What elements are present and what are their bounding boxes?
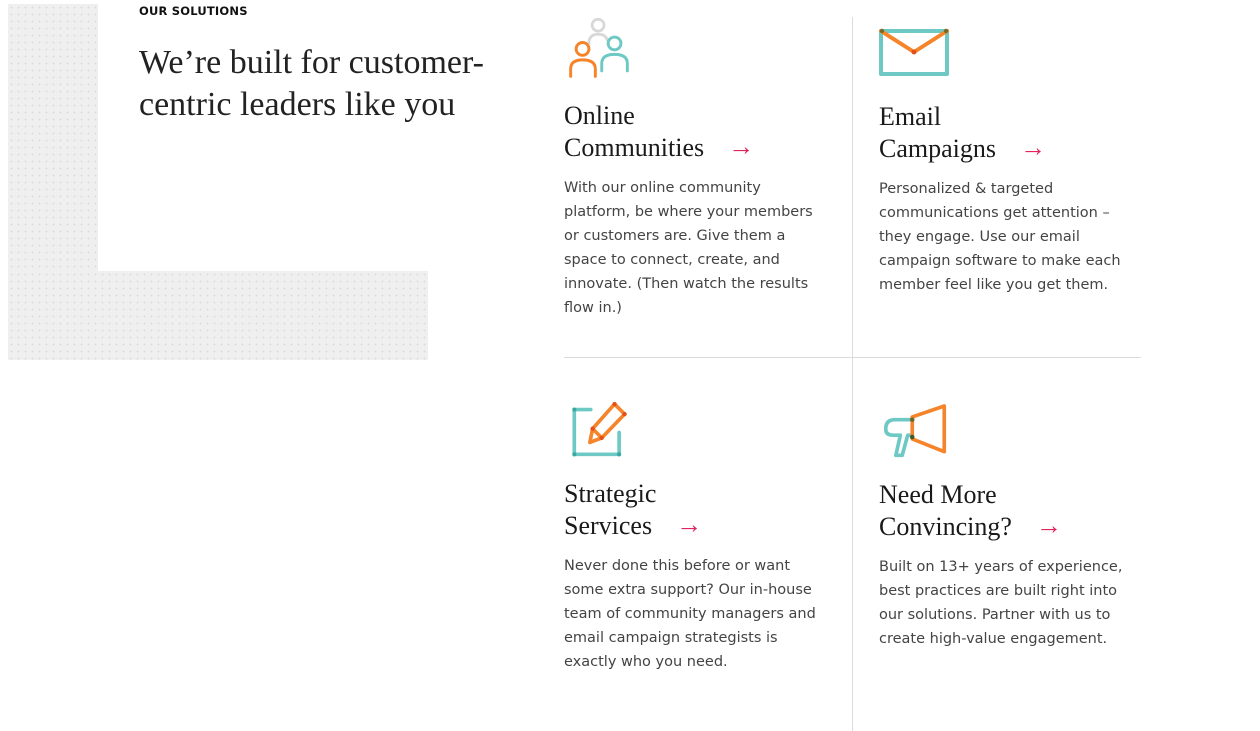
card-title-line1: Need More xyxy=(879,480,997,509)
edit-pencil-icon xyxy=(572,401,627,457)
arrow-right-icon[interactable]: → xyxy=(1020,132,1046,164)
people-icon xyxy=(569,17,629,78)
arrow-right-icon[interactable]: → xyxy=(728,131,754,163)
decorative-background-horizontal xyxy=(8,271,428,360)
grid-divider-vertical xyxy=(852,17,853,731)
card-title-line2: Convincing? xyxy=(879,512,1012,541)
card-title-line1: Strategic xyxy=(564,479,657,508)
arrow-right-icon[interactable]: → xyxy=(1036,510,1062,542)
card-description: Built on 13+ years of experience, best p… xyxy=(879,559,1123,647)
solution-card-need-more-convincing: Need More Convincing? → Built on 13+ year… xyxy=(879,395,1144,651)
card-description: Never done this before or want some extr… xyxy=(564,558,816,670)
card-title-link[interactable]: Online Communities → xyxy=(564,100,829,164)
card-title-line1: Email xyxy=(879,102,942,131)
solution-card-email-campaigns: Email Campaigns → Personalized & targeted… xyxy=(879,17,1144,297)
megaphone-icon xyxy=(883,404,947,458)
solution-card-strategic-services: Strategic Services → Never done this befo… xyxy=(564,394,829,674)
solution-card-online-communities: Online Communities → With our online comm… xyxy=(564,16,829,320)
section-headline: We’re built for customer-centric leaders… xyxy=(139,44,484,123)
card-title-line2: Campaigns xyxy=(879,134,996,163)
card-title-line1: Online xyxy=(564,101,635,130)
card-title-link[interactable]: Strategic Services → xyxy=(564,478,829,542)
arrow-right-icon[interactable]: → xyxy=(676,509,702,541)
card-description: With our online community platform, be w… xyxy=(564,180,813,316)
grid-divider-horizontal xyxy=(564,357,1141,358)
envelope-icon xyxy=(879,28,949,76)
card-title-link[interactable]: Email Campaigns → xyxy=(879,101,1144,165)
section-eyebrow: OUR SOLUTIONS xyxy=(139,4,248,18)
card-title-line2: Communities xyxy=(564,133,705,162)
card-title-line2: Services xyxy=(564,511,653,540)
card-title-link[interactable]: Need More Convincing? → xyxy=(879,479,1144,543)
card-description: Personalized & targeted communications g… xyxy=(879,181,1121,293)
